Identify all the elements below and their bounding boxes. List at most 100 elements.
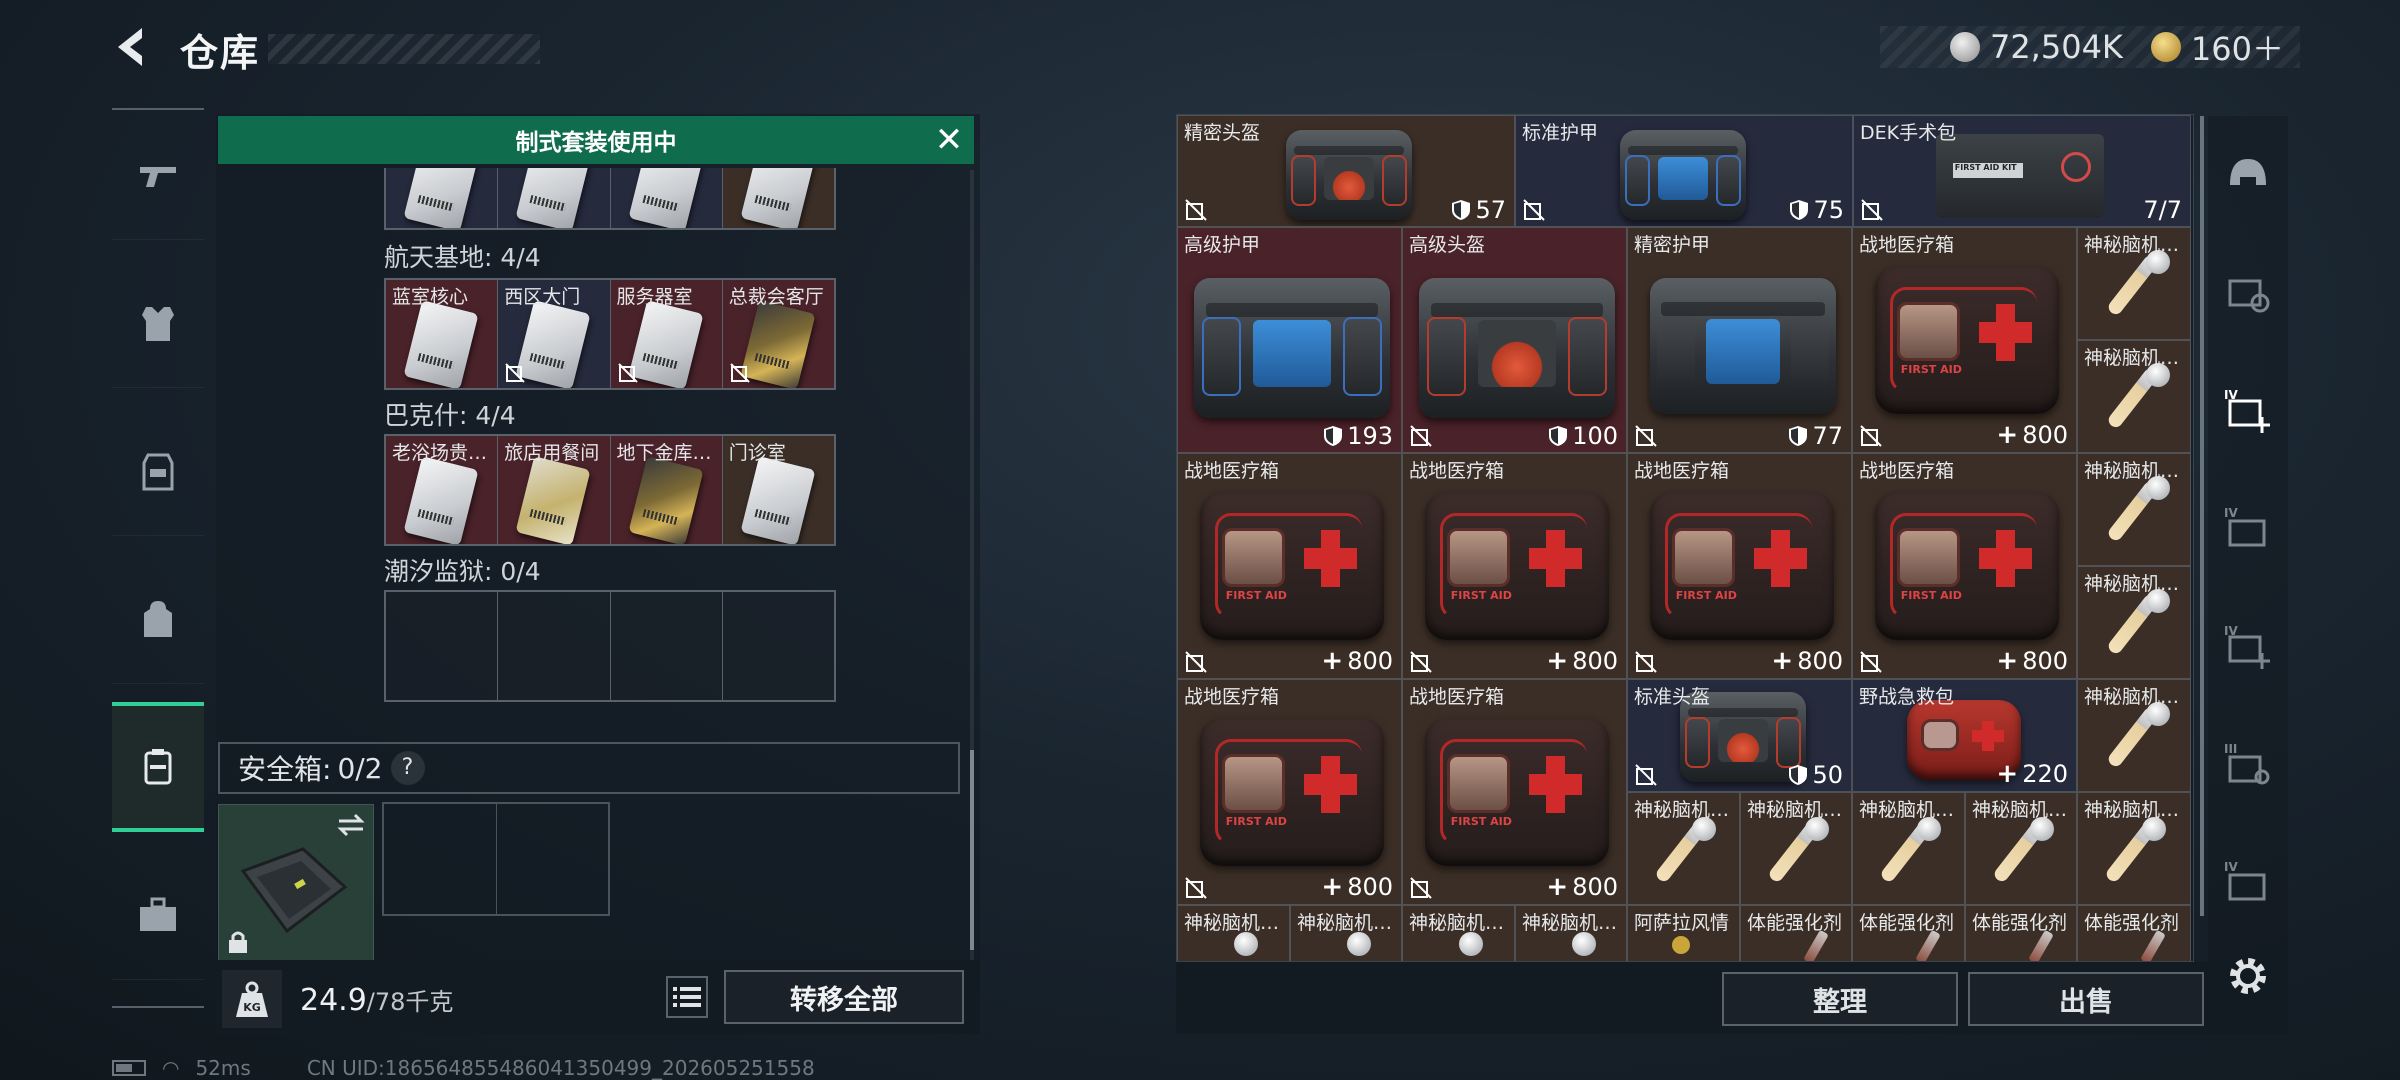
item-standard-armor[interactable]: 标准护甲 75 — [1515, 115, 1853, 227]
item-standard-helmet[interactable]: 标准头盔 50 — [1627, 679, 1852, 792]
keycard-slot[interactable]: 西区大门 — [498, 280, 611, 388]
empty-keycard-slot[interactable] — [498, 592, 611, 700]
item-advanced-helmet[interactable]: 高级头盔 100 — [1402, 227, 1627, 453]
filter-weapon-case[interactable] — [2208, 234, 2288, 352]
safe-slot[interactable] — [497, 804, 609, 914]
item-mystery-bci[interactable]: 神秘脑机… — [2077, 792, 2191, 905]
gear-icon[interactable] — [2224, 952, 2272, 1000]
item-field-medkit[interactable]: FIRST AID 战地医疗箱 +800 — [1852, 227, 2077, 453]
iv-medical-icon: IV — [2224, 624, 2270, 669]
help-icon[interactable]: ? — [390, 751, 425, 785]
item-name: 标准护甲 — [1522, 122, 1599, 144]
item-name: 神秘脑机… — [1634, 799, 1730, 821]
safe-box-label: 安全箱: — [238, 753, 332, 786]
item-field-medkit[interactable]: FIRST AID 战地医疗箱 +800 — [1177, 453, 1402, 679]
filter-iv-medical[interactable]: IV — [2208, 588, 2288, 706]
item-stamina-booster[interactable]: 体能强化剂 — [1965, 905, 2077, 961]
item-mystery-bci[interactable]: 神秘脑机… — [2077, 227, 2191, 340]
item-precision-helmet[interactable]: 精密头盔 57 — [1177, 115, 1515, 227]
filter-iv-case[interactable]: IV — [2208, 470, 2288, 588]
keycard-slot[interactable]: 旅店用餐间 — [498, 436, 611, 544]
keycard-slot[interactable]: 蓝室核心 — [386, 280, 499, 388]
empty-keycard-slot[interactable] — [722, 592, 834, 700]
sort-button[interactable]: 整理 — [1722, 972, 1958, 1026]
item-mystery-bci[interactable]: 神秘脑机… — [2077, 340, 2191, 453]
nav-keycards[interactable] — [112, 702, 204, 832]
close-icon[interactable]: ✕ — [930, 122, 968, 158]
filter-iv-case-2[interactable]: IV — [2208, 824, 2288, 942]
item-field-first-aid-pouch[interactable]: 野战急救包 +220 — [1852, 679, 2077, 792]
keycard-slot[interactable]: 总裁会客厅 — [722, 280, 834, 388]
item-name: 神秘脑机… — [2084, 234, 2180, 256]
item-stamina-booster[interactable]: 体能强化剂 — [1852, 905, 1965, 961]
item-mystery-bci[interactable]: 神秘脑机… — [1290, 905, 1402, 961]
item-mystery-bci[interactable]: 神秘脑机… — [1177, 905, 1290, 961]
keycard-slot[interactable] — [722, 168, 834, 228]
safe-box-item[interactable] — [218, 804, 374, 962]
item-mystery-bci[interactable]: 神秘脑机… — [1965, 792, 2077, 905]
item-mystery-bci[interactable]: 神秘脑机… — [1402, 905, 1515, 961]
nav-backpack[interactable] — [112, 554, 204, 684]
item-mystery-bci[interactable]: 神秘脑机… — [1627, 792, 1740, 905]
item-heal: 220 — [2022, 760, 2068, 788]
filter-iii-case[interactable]: III — [2208, 706, 2288, 824]
item-name: 神秘脑机… — [2084, 799, 2180, 821]
item-mystery-bci[interactable]: 神秘脑机… — [2077, 566, 2191, 679]
keycard-name: 旅店用餐间 — [504, 442, 600, 464]
iv-case-icon-2: IV — [2224, 860, 2266, 901]
item-field-medkit[interactable]: FIRST AID 战地医疗箱 +800 — [1402, 679, 1627, 905]
gold-amount[interactable]: 160＋ — [2191, 24, 2284, 70]
item-name: 野战急救包 — [1859, 686, 1955, 708]
item-asala-specialty[interactable]: 阿萨拉风情 — [1627, 905, 1740, 961]
helmet-filter-icon — [2230, 159, 2266, 185]
item-field-medkit[interactable]: FIRST AID 战地医疗箱 +800 — [1402, 453, 1627, 679]
filter-helmet[interactable] — [2208, 116, 2288, 234]
empty-keycard-slot[interactable] — [386, 592, 499, 700]
filter-medical[interactable]: IV — [2208, 352, 2288, 470]
item-heal: 800 — [1347, 647, 1393, 675]
item-field-medkit[interactable]: FIRST AID 战地医疗箱 +800 — [1177, 679, 1402, 905]
item-mystery-bci[interactable]: 神秘脑机… — [2077, 679, 2191, 792]
item-mystery-bci[interactable]: 神秘脑机… — [2077, 453, 2191, 566]
item-mystery-bci[interactable]: 神秘脑机… — [1515, 905, 1627, 961]
keycard-slot[interactable]: 地下金库… — [610, 436, 723, 544]
keycard-slot[interactable]: 老浴场贵… — [386, 436, 499, 544]
toolbox-icon — [140, 897, 176, 931]
no-trade-icon — [1185, 877, 1207, 899]
keycard-slot[interactable] — [386, 168, 499, 228]
back-arrow-icon[interactable] — [108, 22, 158, 72]
item-precision-armor[interactable]: 精密护甲 77 — [1627, 227, 1852, 453]
item-name: 战地医疗箱 — [1184, 686, 1280, 708]
keycard-slot[interactable]: 服务器室 — [610, 280, 723, 388]
heal-plus-icon: + — [1996, 420, 2019, 450]
item-name: 战地医疗箱 — [1409, 686, 1505, 708]
transfer-all-button[interactable]: 转移全部 — [724, 970, 964, 1024]
keycard-slot[interactable]: 门诊室 — [722, 436, 834, 544]
item-stamina-booster[interactable]: 体能强化剂 — [2077, 905, 2191, 961]
warehouse-scrollbar[interactable] — [2200, 116, 2204, 916]
heal-plus-icon: + — [1321, 872, 1344, 902]
item-advanced-armor[interactable]: 高级护甲 193 — [1177, 227, 1402, 453]
loadout-banner: 制式套装使用中 — [218, 116, 974, 164]
safe-slot[interactable] — [384, 804, 497, 914]
item-uses: 7/7 — [2143, 196, 2182, 224]
keycard-slot[interactable] — [610, 168, 723, 228]
item-stamina-booster[interactable]: 体能强化剂 — [1740, 905, 1852, 961]
nav-toolbox[interactable] — [112, 850, 204, 980]
item-field-medkit[interactable]: FIRST AID 战地医疗箱 +800 — [1852, 453, 2077, 679]
no-trade-icon — [1185, 651, 1207, 673]
item-mystery-bci[interactable]: 神秘脑机… — [1852, 792, 1965, 905]
left-scrollbar[interactable] — [970, 170, 974, 960]
list-view-button[interactable] — [666, 976, 708, 1018]
swap-icon[interactable] — [335, 811, 367, 839]
keycard-slot[interactable] — [498, 168, 611, 228]
empty-keycard-slot[interactable] — [610, 592, 723, 700]
item-mystery-bci[interactable]: 神秘脑机… — [1740, 792, 1852, 905]
nav-armor[interactable] — [112, 258, 204, 388]
nav-weapons[interactable] — [112, 110, 204, 240]
sell-button[interactable]: 出售 — [1968, 972, 2204, 1026]
item-dek-surgery-kit[interactable]: FIRST AID KIT DEK手术包 7/7 — [1853, 115, 2191, 227]
nav-chest-rig[interactable] — [112, 406, 204, 536]
item-field-medkit[interactable]: FIRST AID 战地医疗箱 +800 — [1627, 453, 1852, 679]
item-name: 体能强化剂 — [1747, 912, 1843, 934]
